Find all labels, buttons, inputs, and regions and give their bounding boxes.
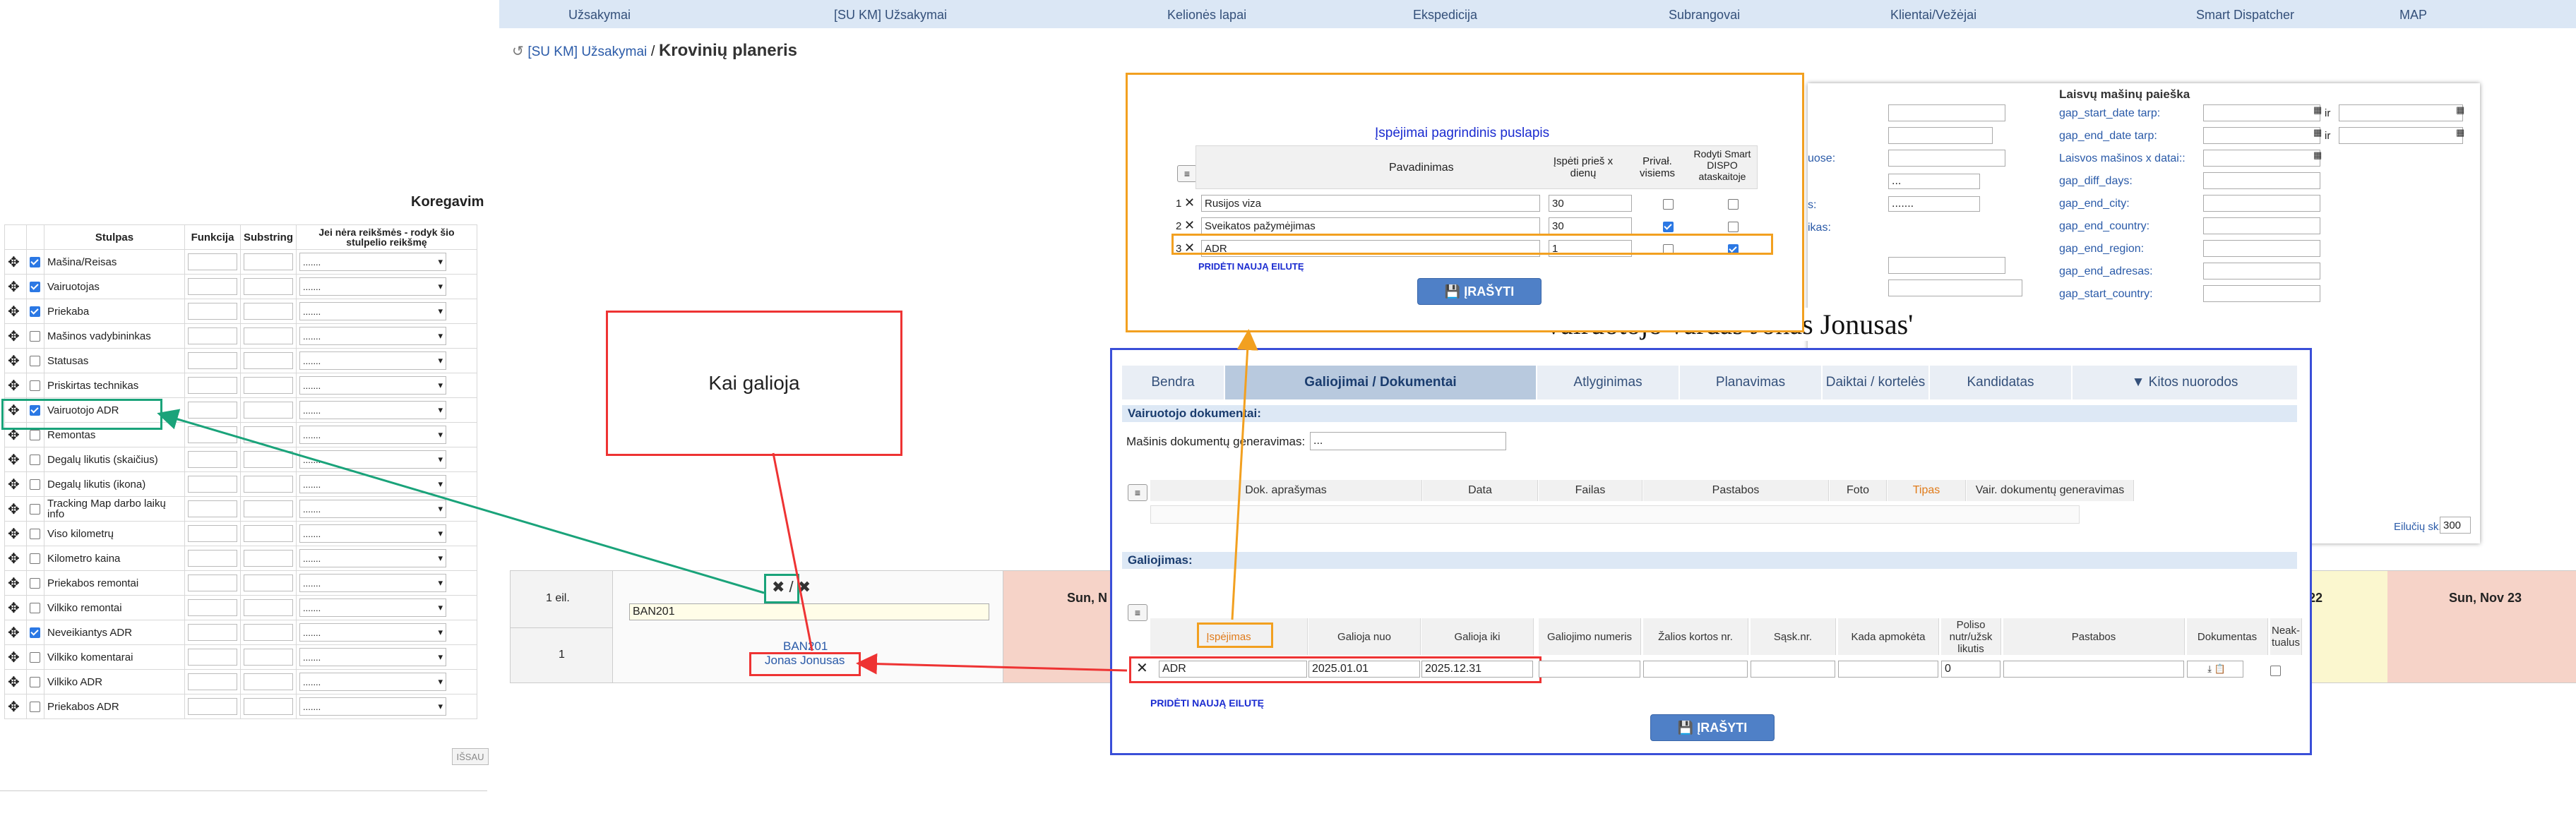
arrow-orange — [1231, 329, 1258, 620]
arrow-red-row — [856, 653, 1128, 675]
connector-arrows — [157, 329, 1258, 675]
arrow-red-callout — [772, 452, 813, 651]
arrow-green — [157, 409, 765, 594]
